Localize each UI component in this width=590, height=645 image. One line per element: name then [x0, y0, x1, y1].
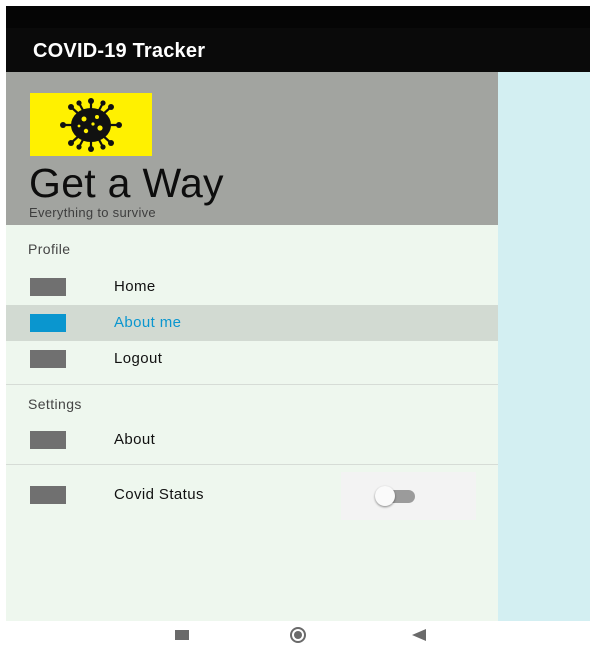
- system-nav-bar: [0, 621, 590, 645]
- menu-item-about-me[interactable]: About me: [6, 305, 498, 341]
- back-icon[interactable]: [412, 629, 426, 641]
- section-divider: [6, 464, 498, 465]
- drawer-header: Get a Way Everything to survive: [6, 72, 498, 225]
- drawer-title: Get a Way: [29, 160, 224, 206]
- menu-item-home[interactable]: Home: [6, 269, 498, 305]
- home-item-icon: [30, 278, 66, 296]
- status-bar: [6, 6, 590, 28]
- menu-item-label: About me: [114, 314, 182, 331]
- menu-item-about[interactable]: About: [6, 422, 498, 458]
- menu-item-label: About: [114, 431, 156, 448]
- logout-item-icon: [30, 350, 66, 368]
- section-label-profile: Profile: [28, 241, 71, 257]
- covid-status-switch-container: [341, 472, 476, 520]
- about-me-item-icon: [30, 314, 66, 332]
- drawer-subtitle: Everything to survive: [29, 205, 156, 220]
- coronavirus-icon: [30, 93, 152, 156]
- home-icon[interactable]: [290, 627, 306, 643]
- toggle-thumb[interactable]: [375, 486, 395, 506]
- main-content-scrim[interactable]: [498, 72, 590, 621]
- menu-item-label: Covid Status: [114, 486, 204, 503]
- section-divider: [6, 384, 498, 385]
- navigation-drawer: Get a Way Everything to survive Profile …: [6, 72, 498, 621]
- app-title: COVID-19 Tracker: [33, 40, 206, 62]
- recents-icon[interactable]: [175, 630, 189, 640]
- about-item-icon: [30, 431, 66, 449]
- app-bar: COVID-19 Tracker: [6, 28, 590, 72]
- covid-status-item-icon: [30, 486, 66, 504]
- menu-item-label: Home: [114, 278, 156, 295]
- section-label-settings: Settings: [28, 396, 82, 412]
- menu-item-logout[interactable]: Logout: [6, 341, 498, 377]
- menu-item-label: Logout: [114, 350, 163, 367]
